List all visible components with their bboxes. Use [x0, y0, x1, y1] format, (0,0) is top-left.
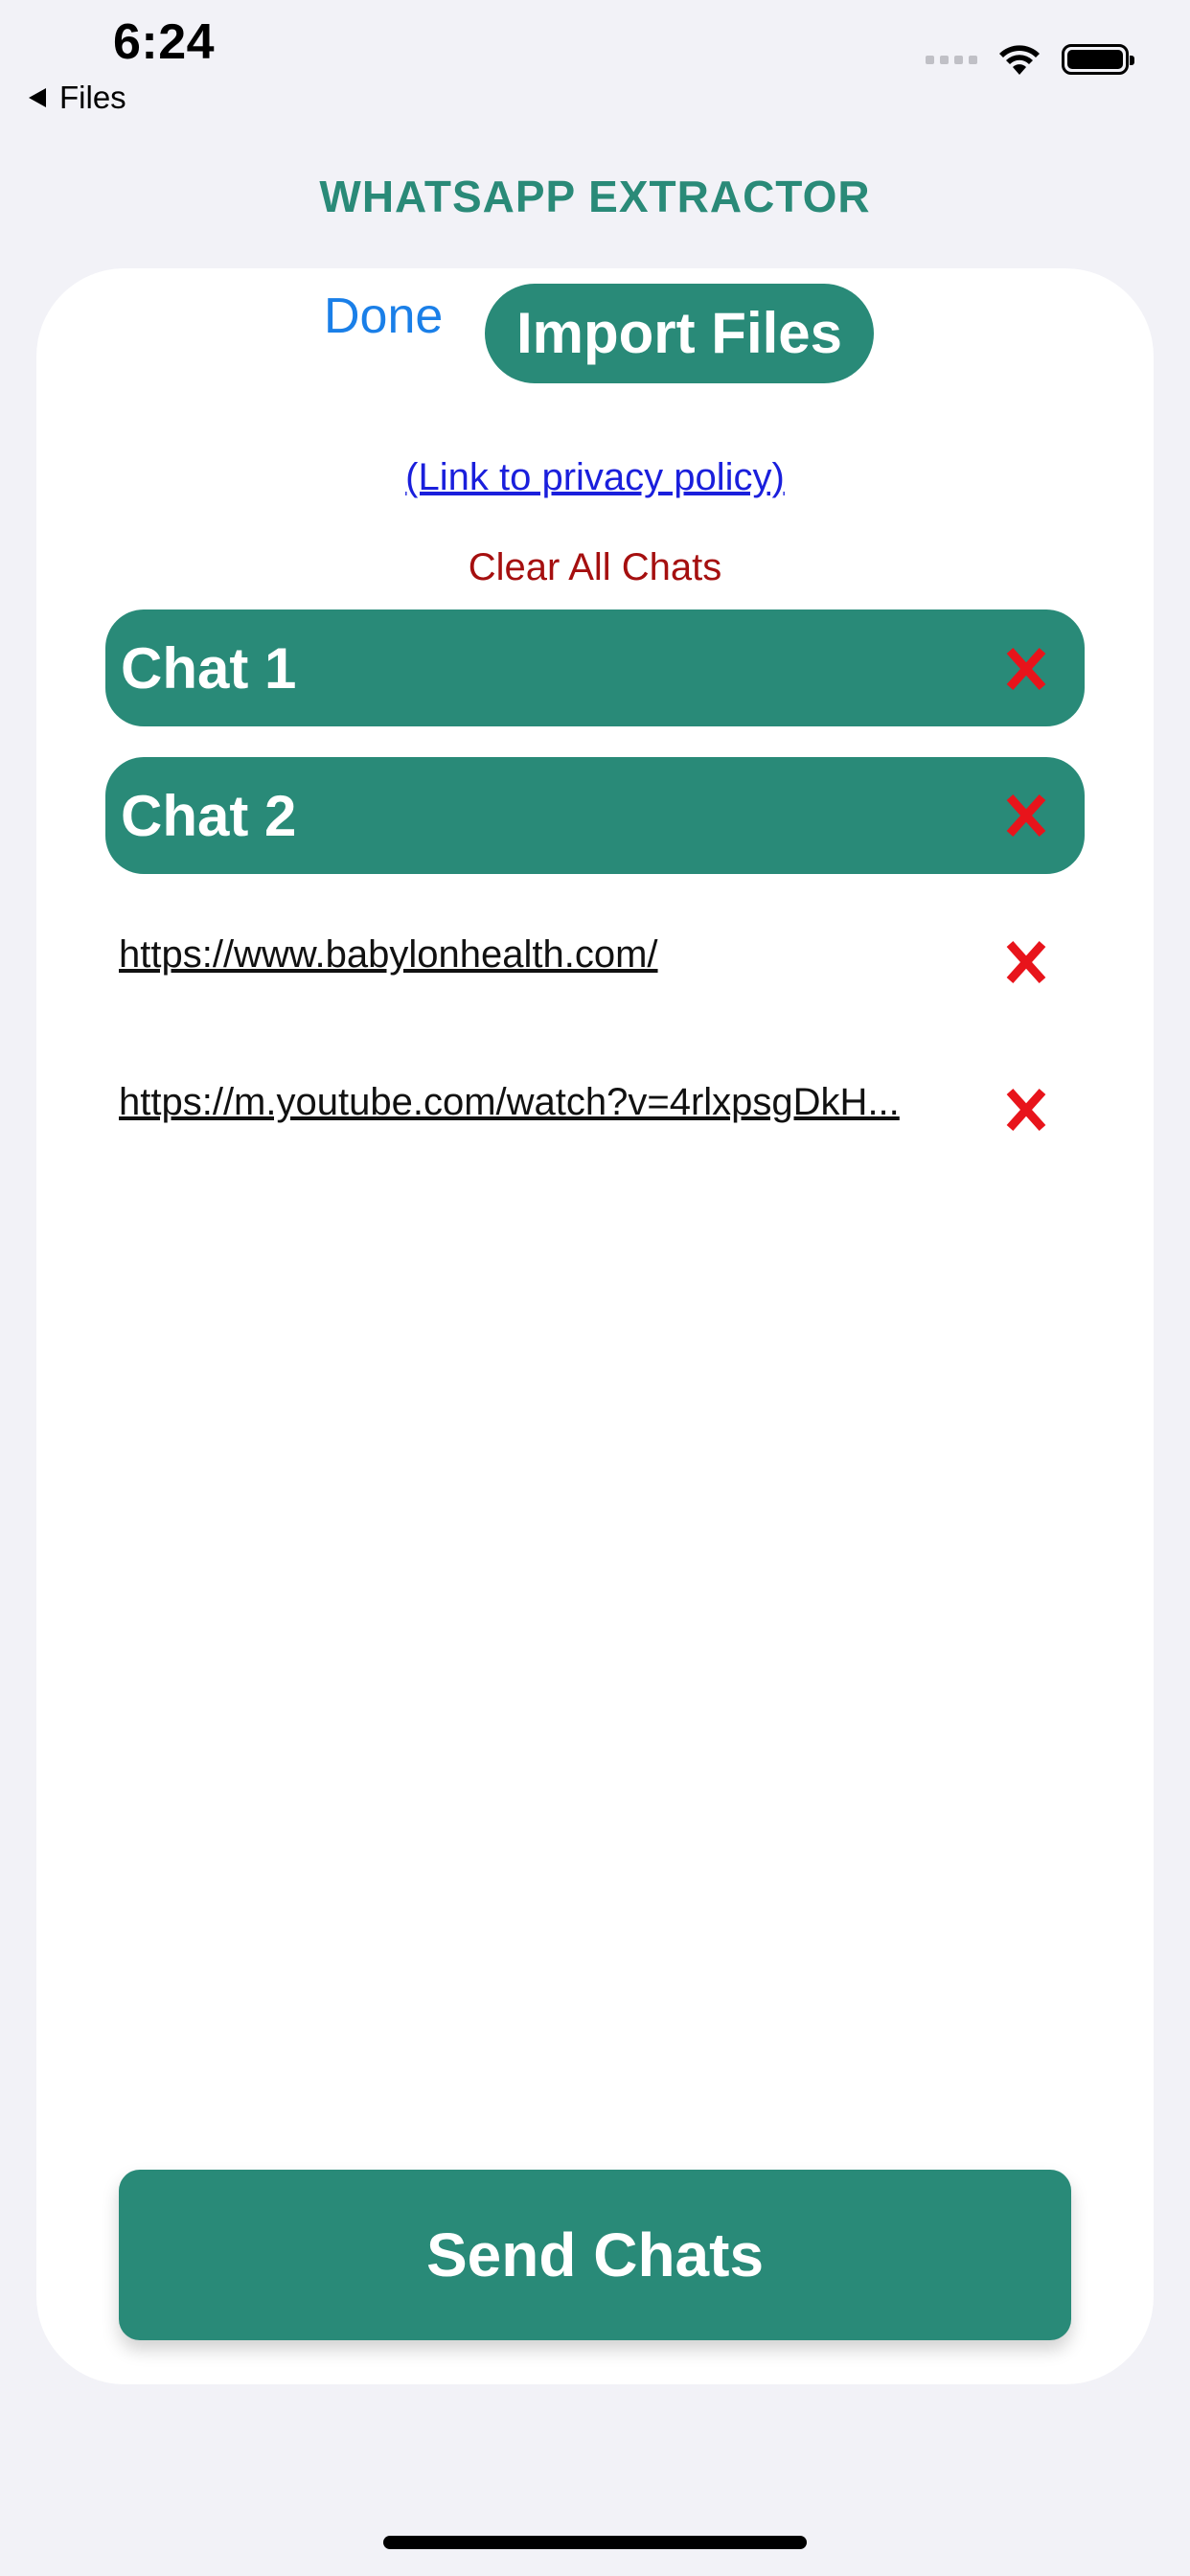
back-to-files-label: Files — [59, 80, 126, 115]
delete-chat-1-icon[interactable] — [1005, 646, 1047, 692]
wifi-icon — [999, 45, 1040, 75]
chat-label: Chat 2 — [121, 783, 297, 848]
send-chats-button[interactable]: Send Chats — [119, 2170, 1071, 2340]
status-time: 6:24 — [113, 14, 216, 70]
cellular-signal-icon — [926, 55, 977, 64]
app-title: WHATSAPP EXTRACTOR — [319, 172, 871, 221]
home-indicator[interactable] — [383, 2536, 807, 2549]
done-button[interactable]: Done — [324, 288, 443, 345]
chat-label: Chat 1 — [121, 635, 297, 701]
delete-link-1-icon[interactable] — [1005, 939, 1047, 985]
clear-all-chats-button[interactable]: Clear All Chats — [0, 546, 1190, 589]
import-files-button[interactable]: Import Files — [485, 284, 874, 383]
chat-row[interactable]: Chat 1 — [105, 610, 1085, 726]
link-item[interactable]: https://m.youtube.com/watch?v=4rlxpsgDkH… — [119, 1081, 987, 1138]
chat-row[interactable]: Chat 2 — [105, 757, 1085, 874]
back-triangle-icon — [29, 88, 46, 107]
delete-chat-2-icon[interactable] — [1005, 793, 1047, 839]
status-indicators — [926, 42, 1134, 77]
back-to-files-button[interactable]: Files — [29, 77, 126, 119]
delete-link-2-icon[interactable] — [1005, 1087, 1047, 1133]
link-item[interactable]: https://www.babylonhealth.com/ — [119, 933, 981, 991]
privacy-policy-link[interactable]: (Link to privacy policy) — [0, 456, 1190, 499]
battery-icon — [1062, 44, 1134, 75]
